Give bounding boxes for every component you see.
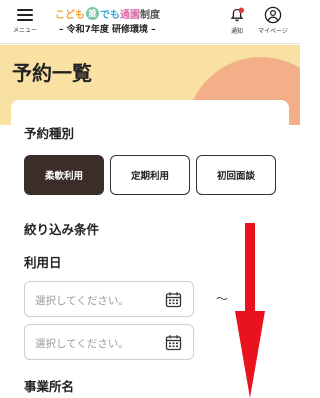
- date-to-placeholder: 選択してください。: [35, 338, 129, 350]
- calendar-icon[interactable]: [165, 334, 182, 351]
- office-label: 事業所名: [24, 379, 75, 394]
- date-from-placeholder: 選択してください。: [35, 295, 129, 307]
- page-title: 予約一覧: [12, 61, 92, 85]
- date-label: 利用日: [24, 255, 62, 270]
- user-icon: [264, 6, 282, 24]
- type-regular-button[interactable]: 定期利用: [110, 155, 190, 195]
- date-from-field[interactable]: 選択してください。: [24, 281, 194, 317]
- menu-button[interactable]: メニュー: [10, 7, 40, 39]
- hamburger-icon: [17, 9, 33, 24]
- scroll-down-arrow-icon: [235, 223, 265, 398]
- date-to-field[interactable]: 選択してください。: [24, 324, 194, 360]
- reservation-type-heading: 予約種別: [24, 126, 75, 141]
- type-interview-button[interactable]: 初回面談: [196, 155, 276, 195]
- notification-button[interactable]: 通知: [225, 4, 249, 38]
- mypage-label: マイページ: [258, 28, 288, 35]
- app-header: メニュー こども 誰 でも 通園 制度 – 令和7年度 研修環境 – 通知 マイ…: [0, 0, 300, 44]
- environment-title: – 令和7年度 研修環境 –: [59, 25, 156, 35]
- mypage-button[interactable]: マイページ: [257, 4, 289, 38]
- bell-icon: [230, 7, 245, 22]
- menu-label: メニュー: [12, 27, 37, 34]
- service-logo: こども 誰 でも 通園 制度: [55, 6, 160, 21]
- range-separator: ～: [216, 292, 229, 306]
- type-flexible-button[interactable]: 柔軟利用: [24, 155, 104, 195]
- calendar-icon[interactable]: [165, 291, 182, 308]
- notification-label: 通知: [230, 28, 243, 35]
- filter-heading: 絞り込み条件: [24, 222, 100, 237]
